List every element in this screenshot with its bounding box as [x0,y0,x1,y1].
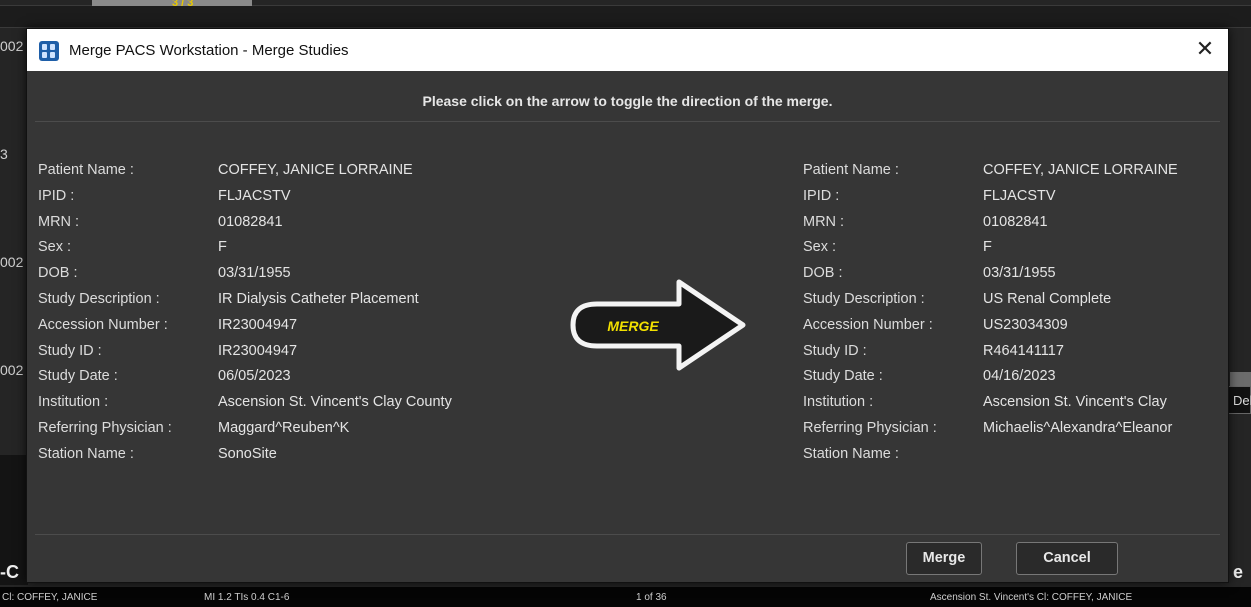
field-label: MRN : [38,213,80,230]
field-row: Sex : F [38,239,558,265]
referring-physician-value: Michaelis^Alexandra^Eleanor [983,419,1173,436]
referring-physician-value: Maggard^Reuben^K [218,419,350,436]
bg-fragment: 002 [0,254,24,270]
field-label: Study ID : [803,342,867,359]
field-label: Referring Physician : [38,419,172,436]
bg-label-right: e [1233,562,1244,582]
field-row: DOB : 03/31/1955 [38,265,558,291]
field-row: Station Name : SonoSite [38,446,558,472]
field-label: Study ID : [38,342,102,359]
bg-fragment: 3 [0,146,8,162]
divider [35,534,1220,535]
bg-label-left: -C [0,562,19,582]
field-row: Study Date : 04/16/2023 [803,368,1229,394]
merge-button[interactable]: Merge [906,542,982,575]
field-label: DOB : [803,265,843,282]
bg-row [0,6,1251,28]
bg-status-institution: Ascension St. Vincent's Cl: COFFEY, JANI… [930,592,1133,603]
merge-direction-arrow[interactable]: MERGE [567,277,749,373]
field-row: Study Description : US Renal Complete [803,291,1229,317]
field-label: Accession Number : [38,316,168,333]
close-button[interactable]: ✕ [1182,29,1228,71]
field-label: Patient Name : [803,162,899,178]
bg-tab[interactable]: Del [1228,386,1251,414]
app-icon [39,41,59,61]
field-row: Patient Name : COFFEY, JANICE LORRAINE [803,162,1229,188]
divider [35,121,1220,122]
field-label: Sex : [803,239,837,256]
dialog-title: Merge PACS Workstation - Merge Studies [69,42,349,59]
merge-studies-dialog: Merge PACS Workstation - Merge Studies ✕… [26,28,1229,583]
field-label: Sex : [38,239,72,256]
ipid-value: FLJACSTV [218,187,291,204]
field-label: IPID : [803,187,840,204]
field-label: Study Date : [38,368,118,385]
study-description-value: US Renal Complete [983,290,1112,307]
field-label: Study Date : [803,368,883,385]
bg-fragment: 002 [0,38,24,54]
field-label: MRN : [803,213,845,230]
field-label: Accession Number : [803,316,933,333]
study-date-value: 04/16/2023 [983,368,1056,385]
field-label: Station Name : [803,445,899,462]
field-row: Station Name : [803,446,1229,472]
field-label: Referring Physician : [803,419,937,436]
field-label: DOB : [38,265,78,282]
study-id-value: R464141117 [983,342,1064,359]
field-row: Study ID : R464141117 [803,343,1229,369]
sex-value: F [983,239,992,256]
field-row: MRN : 01082841 [38,214,558,240]
arrow-label: MERGE [607,318,659,334]
study-id-value: IR23004947 [218,342,298,359]
mrn-value: 01082841 [218,213,283,230]
target-study-panel: Patient Name : COFFEY, JANICE LORRAINE IP… [803,162,1229,472]
dialog-titlebar[interactable]: Merge PACS Workstation - Merge Studies ✕ [27,29,1228,71]
institution-value: Ascension St. Vincent's Clay [983,394,1167,411]
institution-value: Ascension St. Vincent's Clay County [218,394,452,411]
field-row: MRN : 01082841 [803,214,1229,240]
field-label: IPID : [38,187,75,204]
source-study-panel: Patient Name : COFFEY, JANICE LORRAINE IP… [38,162,558,472]
study-description-value: IR Dialysis Catheter Placement [218,290,419,307]
field-row: DOB : 03/31/1955 [803,265,1229,291]
dob-value: 03/31/1955 [218,265,291,282]
field-row: Accession Number : US23034309 [803,317,1229,343]
field-row: IPID : FLJACSTV [803,188,1229,214]
station-name-value: SonoSite [218,445,277,462]
field-row: Study Description : IR Dialysis Catheter … [38,291,558,317]
field-row: IPID : FLJACSTV [38,188,558,214]
accession-value: IR23004947 [218,316,298,333]
mrn-value: 01082841 [983,213,1048,230]
bg-status-bar: Cl: COFFEY, JANICE MI 1.2 TIs 0.4 C1-6 1… [0,587,1251,607]
bg-status-page: 1 of 36 [636,592,667,603]
field-label: Station Name : [38,445,134,462]
bg-fragment: 002 [0,362,24,378]
field-row: Study ID : IR23004947 [38,343,558,369]
patient-name-value: COFFEY, JANICE LORRAINE [983,162,1178,178]
cancel-button[interactable]: Cancel [1016,542,1118,575]
accession-value: US23034309 [983,316,1068,333]
field-label: Institution : [803,394,874,411]
instruction-text: Please click on the arrow to toggle the … [422,93,833,109]
dob-value: 03/31/1955 [983,265,1056,282]
field-row: Sex : F [803,239,1229,265]
bg-status-patient: Cl: COFFEY, JANICE [2,592,98,603]
field-row: Accession Number : IR23004947 [38,317,558,343]
field-row: Referring Physician : Michaelis^Alexandra… [803,420,1229,446]
patient-name-value: COFFEY, JANICE LORRAINE [218,162,413,178]
sex-value: F [218,239,227,256]
field-row: Institution : Ascension St. Vincent's Cla… [803,394,1229,420]
field-row: Patient Name : COFFEY, JANICE LORRAINE [38,162,558,188]
study-date-value: 06/05/2023 [218,368,291,385]
ipid-value: FLJACSTV [983,187,1056,204]
field-row: Study Date : 06/05/2023 [38,368,558,394]
field-label: Study Description : [803,290,925,307]
field-label: Institution : [38,394,109,411]
field-row: Institution : Ascension St. Vincent's Cla… [38,394,558,420]
field-label: Study Description : [38,290,160,307]
field-row: Referring Physician : Maggard^Reuben^K [38,420,558,446]
field-label: Patient Name : [38,162,134,178]
bg-status-params: MI 1.2 TIs 0.4 C1-6 [204,592,290,603]
